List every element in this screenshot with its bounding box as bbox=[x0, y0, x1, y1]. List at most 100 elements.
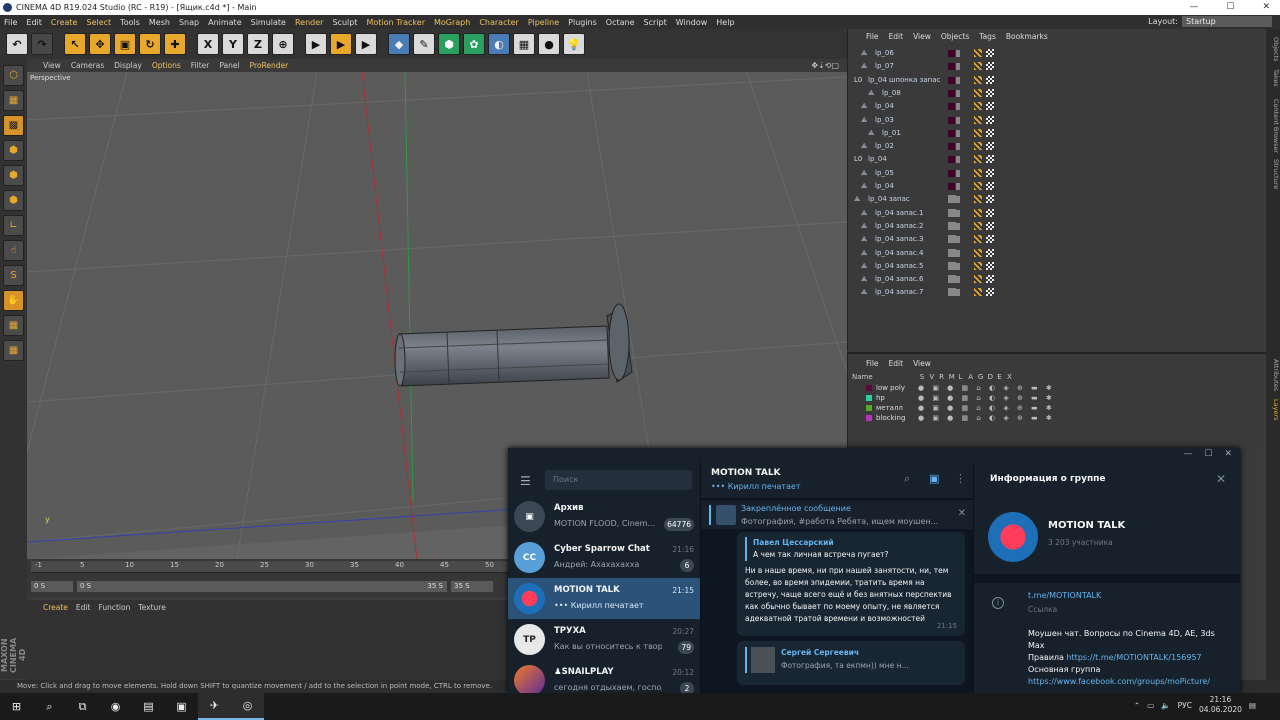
more-options-icon[interactable]: ⋮ bbox=[955, 472, 966, 485]
menu-help[interactable]: Help bbox=[716, 18, 734, 27]
menu-octane[interactable]: Octane bbox=[606, 18, 635, 27]
facebook-link[interactable]: https://www.facebook.com/groups/moPictur… bbox=[1028, 677, 1210, 686]
visibility-dots-icon[interactable] bbox=[956, 289, 960, 297]
menu-snap[interactable]: Snap bbox=[179, 18, 199, 27]
chat-list-item[interactable]: ♟SNAILPLAY 20:12 сегодня отдыхаем, господа… bbox=[508, 660, 700, 693]
layer-color-swatch[interactable] bbox=[948, 63, 955, 71]
menu-mesh[interactable]: Mesh bbox=[149, 18, 170, 27]
layer-column-header[interactable]: L bbox=[959, 373, 963, 381]
object-row[interactable]: ⟁ lp_04 запас.6 bbox=[848, 273, 1267, 286]
visibility-dots-icon[interactable] bbox=[956, 169, 960, 177]
workplane-lock-icon[interactable]: ▦ bbox=[3, 315, 24, 336]
layer-color-swatch[interactable] bbox=[866, 415, 872, 421]
toolbar-button-icon[interactable]: ✚ bbox=[164, 33, 186, 55]
layer-color-swatch[interactable] bbox=[948, 50, 955, 57]
uv-tag-icon[interactable] bbox=[986, 248, 994, 257]
menu-pipeline[interactable]: Pipeline bbox=[528, 18, 559, 27]
layer-color-swatch[interactable] bbox=[948, 116, 955, 124]
object-row[interactable]: ⟁ lp_05 bbox=[848, 167, 1267, 180]
object-row[interactable]: ⟁ lp_02 bbox=[848, 140, 1267, 153]
visibility-toggle-icon[interactable] bbox=[948, 261, 956, 270]
axis-mode-icon[interactable]: ∟ bbox=[3, 215, 24, 236]
object-menu-bookmarks[interactable]: Bookmarks bbox=[1006, 32, 1048, 44]
toolbar-button-icon[interactable]: ◐ bbox=[488, 33, 510, 55]
toolbar-button-icon[interactable]: ◆ bbox=[388, 33, 410, 55]
solo-icon[interactable]: ✋ bbox=[3, 290, 24, 311]
visibility-dots-icon[interactable] bbox=[956, 249, 960, 257]
close-pinned-icon[interactable]: ✕ bbox=[958, 508, 966, 519]
volume-icon[interactable]: 🔈 bbox=[1161, 701, 1170, 710]
object-row[interactable]: ⟁ lp_01 bbox=[848, 127, 1267, 140]
material-tag-icon[interactable] bbox=[974, 275, 982, 284]
visibility-dots-icon[interactable] bbox=[956, 156, 960, 164]
layer-color-swatch[interactable] bbox=[866, 395, 872, 401]
side-tab-attributes[interactable]: Attributes bbox=[1266, 359, 1280, 391]
object-menu-file[interactable]: File bbox=[866, 32, 879, 44]
visibility-dots-icon[interactable] bbox=[956, 183, 960, 190]
toolbar-button-icon[interactable]: ⊕ bbox=[272, 33, 294, 55]
search-icon[interactable]: ⌕ bbox=[904, 472, 910, 486]
material-tag-icon[interactable] bbox=[974, 235, 982, 244]
visibility-dots-icon[interactable] bbox=[956, 129, 960, 137]
menu-simulate[interactable]: Simulate bbox=[251, 18, 286, 27]
clock[interactable]: 21:16 04.06.2020 bbox=[1199, 695, 1242, 715]
uv-tag-icon[interactable] bbox=[986, 102, 994, 111]
visibility-toggle-icon[interactable] bbox=[948, 235, 956, 244]
group-link[interactable]: t.me/MOTIONTALK bbox=[1028, 591, 1101, 600]
search-icon[interactable]: ⌕ bbox=[33, 693, 66, 720]
texture-mode-icon[interactable]: ▦ bbox=[3, 90, 24, 111]
object-row[interactable]: ⟁ lp_04 запас bbox=[848, 193, 1267, 206]
close-button[interactable]: ✕ bbox=[1262, 0, 1270, 15]
material-tag-icon[interactable] bbox=[974, 248, 982, 257]
toolbar-button-icon[interactable]: ↖ bbox=[64, 33, 86, 55]
viewport-nav-icon[interactable]: ✥⇣⟲▢ bbox=[811, 61, 839, 70]
visibility-toggle-icon[interactable] bbox=[948, 221, 956, 230]
layer-color-swatch[interactable] bbox=[948, 183, 955, 190]
object-row[interactable]: ⟁ lp_04 запас.3 bbox=[848, 233, 1267, 246]
visibility-dots-icon[interactable] bbox=[956, 63, 960, 71]
edges-mode-icon[interactable]: ⬢ bbox=[3, 165, 24, 186]
material-tag-icon[interactable] bbox=[974, 128, 982, 137]
layer-column-header[interactable]: E bbox=[997, 373, 1001, 381]
viewport-menu-cameras[interactable]: Cameras bbox=[71, 61, 104, 70]
layer-column-header[interactable]: S bbox=[920, 373, 924, 381]
toolbar-button-icon[interactable]: ▣ bbox=[114, 33, 136, 55]
toolbar-button-icon[interactable]: ✥ bbox=[89, 33, 111, 55]
uv-tag-icon[interactable] bbox=[986, 88, 994, 97]
menu-motion-tracker[interactable]: Motion Tracker bbox=[366, 18, 425, 27]
uv-tag-icon[interactable] bbox=[986, 235, 994, 244]
tray-chevron-icon[interactable]: ⌃ bbox=[1134, 701, 1140, 710]
visibility-dots-icon[interactable] bbox=[956, 116, 960, 124]
uv-tag-icon[interactable] bbox=[986, 49, 994, 57]
uv-tag-icon[interactable] bbox=[986, 62, 994, 71]
toolbar-button-icon[interactable]: 💡 bbox=[563, 33, 585, 55]
maximize-button[interactable]: ☐ bbox=[1226, 0, 1234, 15]
layer-column-header[interactable]: A bbox=[968, 373, 973, 381]
material-tag-icon[interactable] bbox=[974, 288, 982, 297]
toolbar-button-icon[interactable]: ↶ bbox=[6, 33, 28, 55]
toolbar-button-icon[interactable]: ✎ bbox=[413, 33, 435, 55]
visibility-dots-icon[interactable] bbox=[956, 222, 960, 230]
file-explorer-icon[interactable]: ▤ bbox=[132, 693, 165, 720]
timeline-start-field[interactable]: 0 S bbox=[31, 581, 73, 592]
object-row[interactable]: ⟁ lp_08 bbox=[848, 87, 1267, 100]
visibility-dots-icon[interactable] bbox=[956, 76, 960, 84]
uv-tag-icon[interactable] bbox=[986, 155, 994, 164]
viewport-menu-prorender[interactable]: ProRender bbox=[250, 61, 289, 70]
menu-sculpt[interactable]: Sculpt bbox=[332, 18, 357, 27]
material-tag-icon[interactable] bbox=[974, 168, 982, 177]
layer-column-header[interactable]: M bbox=[949, 373, 955, 381]
language-indicator[interactable]: РУС bbox=[1178, 701, 1192, 710]
side-tab-takes[interactable]: Takes bbox=[1266, 69, 1280, 87]
visibility-dots-icon[interactable] bbox=[956, 262, 960, 270]
toolbar-button-icon[interactable]: Y bbox=[222, 33, 244, 55]
object-row[interactable]: ⟁ lp_03 bbox=[848, 114, 1267, 127]
object-row[interactable]: ⟁ lp_04 запас.1 bbox=[848, 207, 1267, 220]
object-row[interactable]: L0 lp_04 bbox=[848, 153, 1267, 166]
object-row[interactable]: ⟁ lp_06 bbox=[848, 47, 1267, 60]
search-input[interactable]: Поиск bbox=[545, 470, 692, 490]
material-tag-icon[interactable] bbox=[974, 155, 982, 164]
side-tab-structure[interactable]: Structure bbox=[1266, 159, 1280, 189]
layout-select[interactable]: Startup bbox=[1182, 16, 1272, 27]
material-tag-icon[interactable] bbox=[974, 49, 982, 57]
